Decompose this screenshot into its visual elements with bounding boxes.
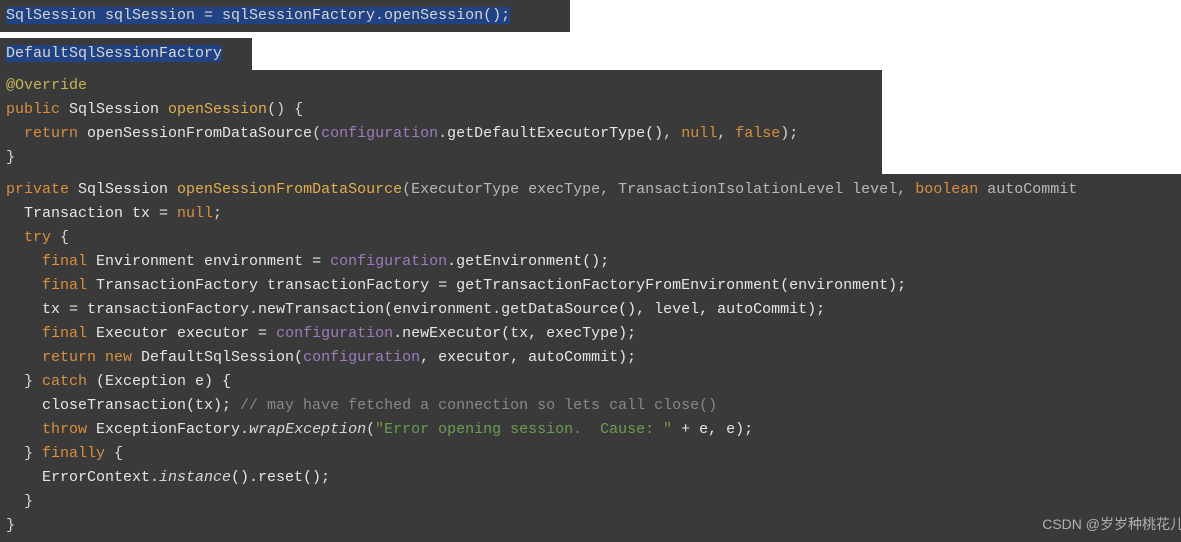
keyword-return: return [6, 125, 78, 142]
method-name: openSessionFromDataSource [177, 181, 402, 198]
keyword-try: try [6, 229, 51, 246]
comment: // may have fetched a connection so lets… [240, 397, 717, 414]
selected-line: DefaultSqlSessionFactory [6, 45, 222, 62]
code-block-1: SqlSession sqlSession = sqlSessionFactor… [0, 0, 570, 32]
code-block-4: private SqlSession openSessionFromDataSo… [0, 174, 1181, 542]
keyword-throw: throw [42, 421, 87, 438]
watermark: CSDN @岁岁种桃花儿 [1042, 512, 1181, 536]
keyword-public: public [6, 101, 60, 118]
code-block-3: @Override public SqlSession openSession(… [0, 70, 882, 174]
code-block-2: DefaultSqlSessionFactory [0, 38, 252, 70]
keyword-private: private [6, 181, 69, 198]
keyword-finally: finally [42, 445, 105, 462]
selected-line: SqlSession sqlSession = sqlSessionFactor… [6, 7, 510, 24]
annotation: @Override [6, 77, 87, 94]
method-name: openSession [168, 101, 267, 118]
keyword-catch: catch [42, 373, 87, 390]
string-literal: "Error opening session. Cause: " [375, 421, 672, 438]
